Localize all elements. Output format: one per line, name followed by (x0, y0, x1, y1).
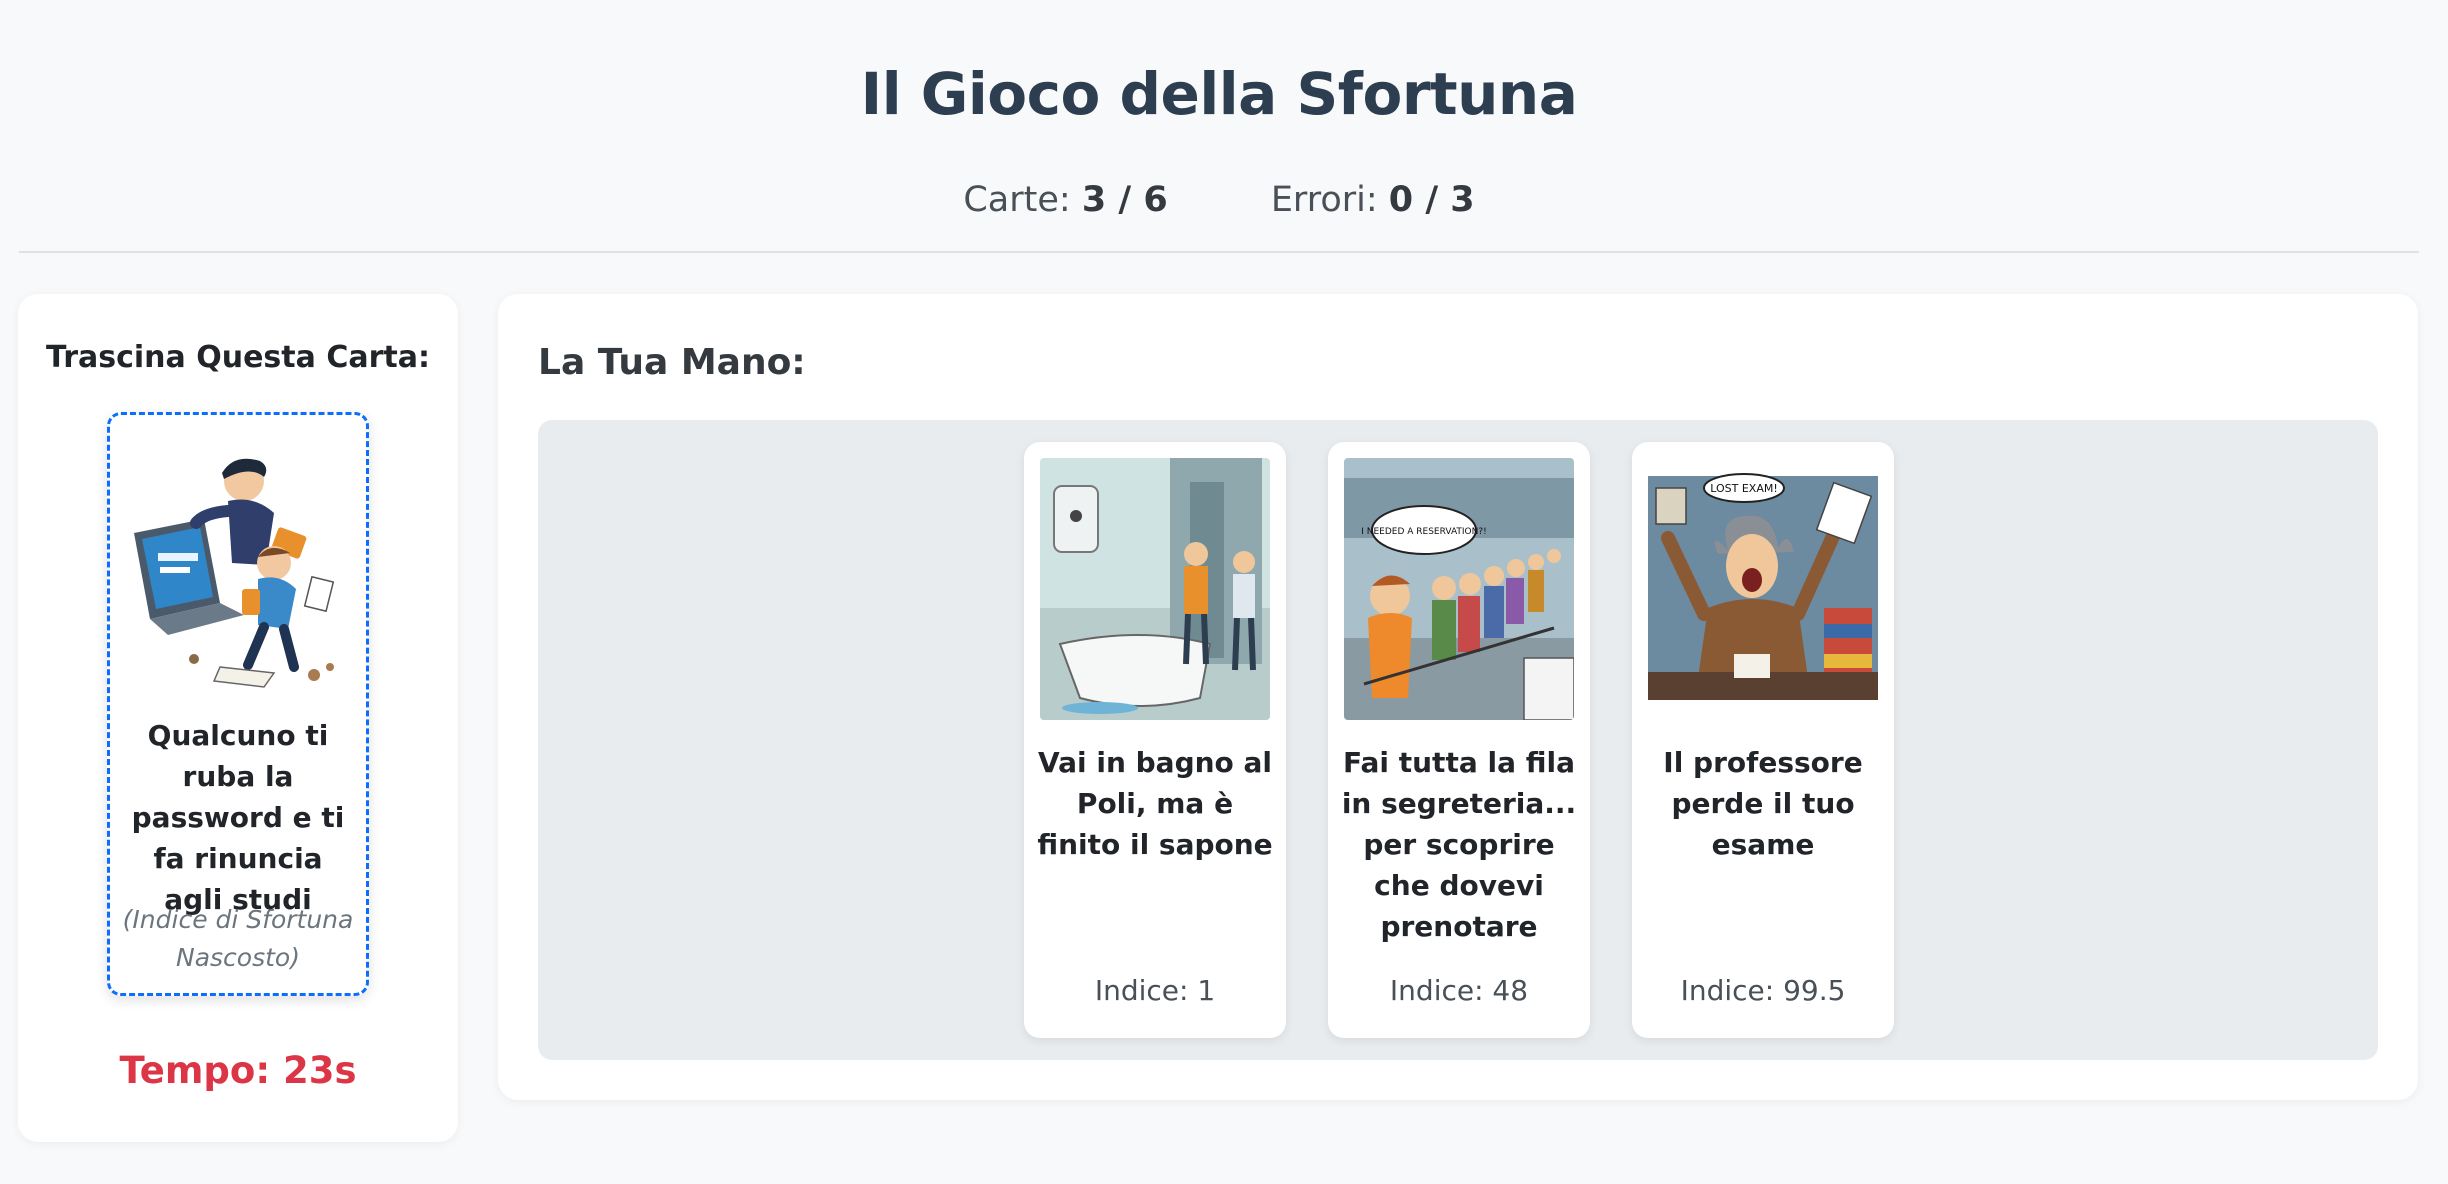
game-header: Il Gioco della Sfortuna Carte: 3 / 6 Err… (19, 0, 2419, 253)
hand-title: La Tua Mano: (538, 342, 806, 383)
draggable-card-text: Qualcuno ti ruba la password e ti fa rin… (131, 719, 345, 916)
errors-value: 0 / 3 (1388, 180, 1475, 220)
errors-label: Errori: (1270, 180, 1378, 220)
queue-at-office-illustration: I NEEDED A RESERVATION?! (1344, 458, 1574, 720)
hand-card-text: Vai in bagno al Poli, ma è finito il sap… (1037, 746, 1273, 861)
hidden-index-label: (Indice di Sfortuna Nascosto) (122, 905, 354, 972)
draw-panel-title: Trascina Questa Carta: (46, 340, 430, 375)
draw-panel: Trascina Questa Carta: Qualcuno ti ruba … (18, 294, 458, 1142)
hand-panel: La Tua Mano: Vai in bagno al Poli, ma è … (498, 294, 2418, 1100)
hand-card-index: Indice: 48 (1389, 974, 1529, 1007)
bathroom-no-soap-illustration (1040, 458, 1270, 720)
hand-drop-zone[interactable]: Vai in bagno al Poli, ma è finito il sap… (538, 420, 2378, 1060)
cards-label: Carte: (963, 180, 1071, 220)
cards-value: 3 / 6 (1081, 180, 1168, 220)
hand-card[interactable]: LOST EXAM! Il professore perde il tuo es… (1632, 442, 1894, 1038)
draggable-card[interactable]: Qualcuno ti ruba la password e ti fa rin… (107, 412, 369, 996)
cards-counter: Carte: 3 / 6 (963, 180, 1167, 220)
professor-lost-exam-illustration: LOST EXAM! (1648, 458, 1878, 720)
hand-card[interactable]: Vai in bagno al Poli, ma è finito il sap… (1024, 442, 1286, 1038)
hand-card-text: Fai tutta la fila in segreteria... per s… (1341, 746, 1577, 943)
hand-card-index: Indice: 1 (1094, 974, 1216, 1007)
errors-counter: Errori: 0 / 3 (1271, 180, 1475, 220)
hand-card-text: Il professore perde il tuo esame (1663, 746, 1863, 861)
hand-card-index: Indice: 99.5 (1680, 974, 1846, 1007)
countdown-timer: Tempo: 23s (119, 1049, 357, 1092)
hand-card[interactable]: I NEEDED A RESERVATION?! Fai tutta la fi… (1328, 442, 1590, 1038)
hacker-stealing-password-illustration (134, 458, 335, 688)
page-title: Il Gioco della Sfortuna (860, 60, 1578, 128)
speech-bubble-text: I NEEDED A RESERVATION?! (1361, 527, 1487, 537)
speech-bubble-text: LOST EXAM! (1710, 482, 1778, 495)
game-stats: Carte: 3 / 6 Errori: 0 / 3 (19, 180, 2419, 220)
